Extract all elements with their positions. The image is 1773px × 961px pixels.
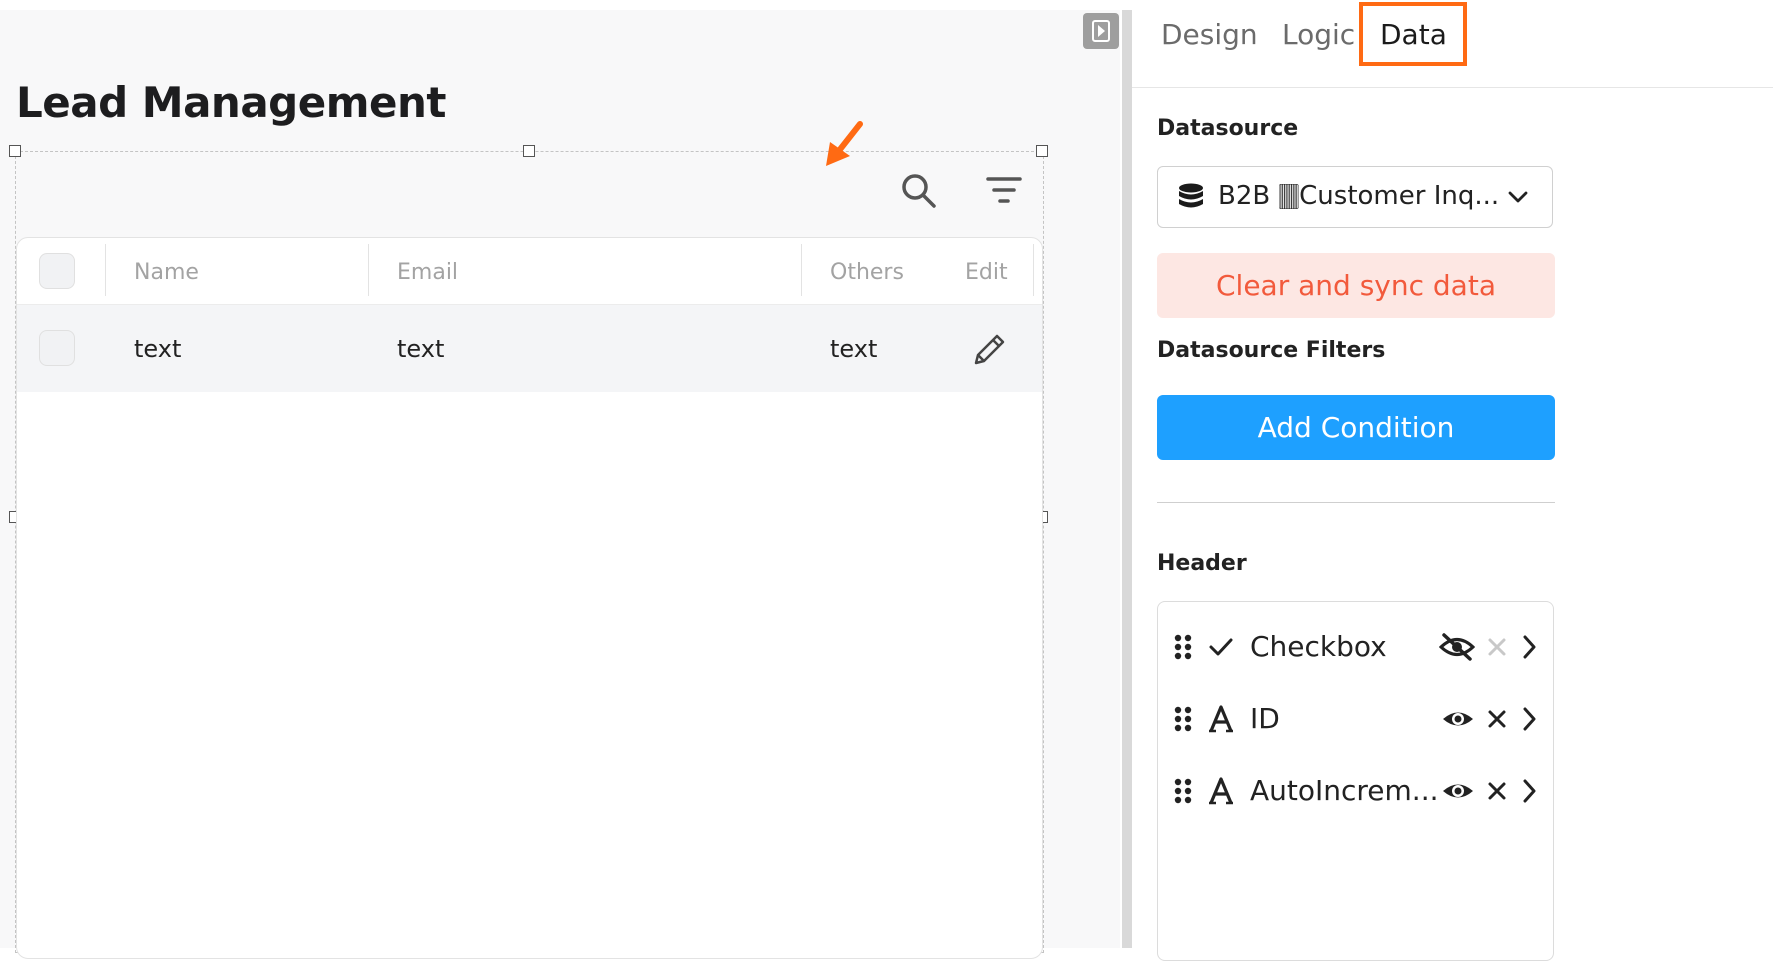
cell-name: text (134, 335, 182, 363)
text-type-icon (1209, 777, 1233, 805)
resize-handle-top-left[interactable] (9, 145, 21, 157)
page-title: Lead Management (16, 78, 446, 127)
table-header: Name Email Others Edit (17, 238, 1042, 305)
search-icon[interactable] (898, 170, 938, 210)
section-divider (1157, 502, 1555, 503)
database-icon (1179, 183, 1203, 208)
cell-others: text (830, 335, 878, 363)
column-separator (368, 244, 369, 296)
column-separator (1033, 244, 1034, 296)
close-icon[interactable] (1486, 780, 1508, 802)
datasource-value: B2B 🀫Customer Inq... (1218, 181, 1500, 211)
header-field-label: ID (1250, 702, 1280, 735)
column-header-name[interactable]: Name (134, 260, 199, 285)
chevron-right-icon[interactable] (1520, 634, 1538, 660)
tab-logic[interactable]: Logic (1282, 18, 1355, 51)
column-separator (105, 244, 106, 296)
column-header-others[interactable]: Others (830, 260, 904, 285)
chevron-right-icon[interactable] (1520, 706, 1538, 732)
highlight-box-annotation (1359, 2, 1467, 66)
pencil-icon[interactable] (970, 331, 1008, 369)
eye-icon[interactable] (1441, 778, 1475, 804)
text-type-icon (1209, 705, 1233, 733)
header-field-label: AutoIncrem... (1250, 774, 1439, 807)
datasource-label: Datasource (1157, 116, 1299, 141)
clear-and-sync-button[interactable]: Clear and sync data (1157, 253, 1555, 318)
tab-design[interactable]: Design (1161, 18, 1258, 51)
tabs-divider (1132, 87, 1773, 88)
resize-handle-top-right[interactable] (1036, 145, 1048, 157)
header-field-autoincrement[interactable]: AutoIncrem... (1158, 766, 1553, 816)
collapse-panel-button[interactable] (1083, 13, 1119, 49)
header-label: Header (1157, 551, 1247, 576)
column-header-edit[interactable]: Edit (965, 260, 1008, 285)
panel-divider[interactable] (1122, 10, 1132, 948)
header-field-checkbox[interactable]: Checkbox (1158, 622, 1553, 672)
column-header-email[interactable]: Email (397, 260, 458, 285)
check-icon (1209, 638, 1233, 656)
resize-handle-top-center[interactable] (523, 145, 535, 157)
drag-handle-icon[interactable] (1174, 634, 1192, 660)
datasource-filters-label: Datasource Filters (1157, 338, 1386, 363)
filter-icon[interactable] (985, 172, 1023, 208)
row-checkbox[interactable] (39, 330, 75, 366)
header-field-id[interactable]: ID (1158, 694, 1553, 744)
chevron-right-icon[interactable] (1520, 778, 1538, 804)
play-icon (1092, 20, 1110, 42)
close-icon (1488, 638, 1506, 656)
datasource-select[interactable]: B2B 🀫Customer Inq... (1157, 166, 1553, 228)
header-fields-list: Checkbox ID AutoIncrem... (1157, 601, 1554, 961)
close-icon[interactable] (1486, 708, 1508, 730)
cell-email: text (397, 335, 445, 363)
canvas-top-strip (0, 0, 1120, 10)
add-condition-button[interactable]: Add Condition (1157, 395, 1555, 460)
eye-icon[interactable] (1441, 706, 1475, 732)
select-all-checkbox[interactable] (39, 253, 75, 289)
table-row[interactable]: text text text (17, 305, 1042, 392)
orange-arrow-annotation (826, 121, 863, 166)
header-field-label: Checkbox (1250, 630, 1387, 663)
drag-handle-icon[interactable] (1174, 706, 1192, 732)
column-separator (801, 244, 802, 296)
drag-handle-icon[interactable] (1174, 778, 1192, 804)
chevron-down-icon (1508, 191, 1528, 203)
data-table: Name Email Others Edit text text text (16, 237, 1043, 959)
eye-slash-icon[interactable] (1439, 632, 1475, 662)
